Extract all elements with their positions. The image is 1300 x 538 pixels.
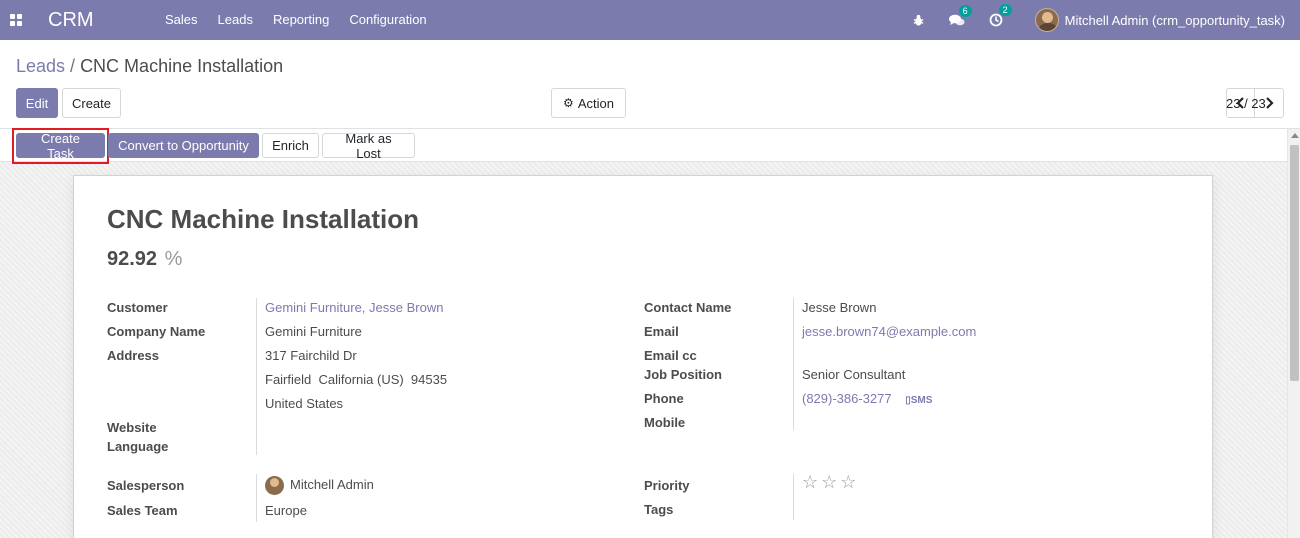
phone-value[interactable]: (829)-386-3277 xyxy=(802,391,892,406)
address-label: Address xyxy=(107,348,160,363)
customer-field[interactable]: Gemini Furniture, Jesse Brown xyxy=(265,300,443,315)
control-panel: Leads / CNC Machine Installation Edit Crea… xyxy=(0,40,1300,129)
form-sheet: CNC Machine Installation 92.92 % Custome… xyxy=(73,175,1213,538)
probability[interactable]: 92.92 % xyxy=(107,248,182,271)
salesperson-name: Mitchell Admin xyxy=(290,476,374,492)
sales-team-field[interactable]: Europe xyxy=(265,503,307,518)
breadcrumb: Leads / CNC Machine Installation xyxy=(16,56,283,77)
company-label: Company Name xyxy=(107,324,206,339)
messages-icon[interactable]: 6 xyxy=(948,4,972,27)
user-name: Mitchell Admin (crm_opportunity_task) xyxy=(1064,12,1285,28)
activities-badge: 2 xyxy=(998,4,1012,16)
mobile-label: Mobile xyxy=(644,415,686,430)
create-button[interactable]: Create xyxy=(62,88,121,118)
contact-name-label: Contact Name xyxy=(644,300,732,315)
debug-icon[interactable] xyxy=(912,14,925,27)
customer-label: Customer xyxy=(107,300,168,315)
city-field[interactable]: Fairfield California (US) 94535 xyxy=(265,372,447,387)
highlight-box xyxy=(12,128,109,164)
priority-label: Priority xyxy=(644,478,690,493)
messages-badge: 6 xyxy=(958,4,972,17)
form-view: Create Task Convert to Opportunity Enric… xyxy=(0,128,1300,538)
tags-label: Tags xyxy=(644,502,674,517)
pager-value[interactable]: 23 / 23 xyxy=(1226,96,1266,111)
salesperson-label: Salesperson xyxy=(107,478,185,493)
company-field[interactable]: Gemini Furniture xyxy=(265,324,362,339)
phone-label: Phone xyxy=(644,391,684,406)
street-field[interactable]: 317 Fairchild Dr xyxy=(265,348,357,363)
job-position-label: Job Position xyxy=(644,367,722,382)
salesperson-field[interactable]: Mitchell Admin xyxy=(265,476,374,495)
action-button[interactable]: ⚙ Action xyxy=(551,88,626,118)
left-divider xyxy=(256,298,257,455)
scrollbar-thumb[interactable] xyxy=(1290,145,1299,381)
sms-button[interactable]: ▯SMS xyxy=(905,395,932,406)
avatar xyxy=(1034,8,1059,32)
phone-field[interactable]: (829)-386-3277 ▯SMS xyxy=(802,391,932,406)
menu-leads[interactable]: Leads xyxy=(208,0,263,40)
enrich-button[interactable]: Enrich xyxy=(262,133,319,158)
language-label: Language xyxy=(107,439,169,454)
probability-value: 92.92 xyxy=(107,248,158,270)
menu-sales[interactable]: Sales xyxy=(155,0,208,40)
breadcrumb-leads[interactable]: Leads xyxy=(16,56,65,76)
main-menu: Sales Leads Reporting Configuration xyxy=(155,0,437,40)
activities-icon[interactable]: 2 xyxy=(989,4,1012,27)
vertical-scrollbar[interactable] xyxy=(1287,129,1300,538)
app-brand[interactable]: CRM xyxy=(48,9,138,32)
convert-to-opportunity-button[interactable]: Convert to Opportunity xyxy=(108,133,259,158)
email-cc-label: Email cc xyxy=(644,348,697,363)
systray: 6 2 Mitchell Admin (crm_opportunity_task… xyxy=(900,0,1300,40)
sales-team-label: Sales Team xyxy=(107,503,178,518)
gear-icon: ⚙ xyxy=(563,96,574,110)
job-position-field[interactable]: Senior Consultant xyxy=(802,367,905,382)
form-statusbar: Create Task Convert to Opportunity Enric… xyxy=(0,128,1287,164)
mark-as-lost-button[interactable]: Mark as Lost xyxy=(322,131,415,161)
right-divider-2 xyxy=(793,474,794,520)
website-label: Website xyxy=(107,420,157,435)
sms-label: SMS xyxy=(910,395,933,406)
probability-unit: % xyxy=(164,248,183,270)
user-menu[interactable]: Mitchell Admin (crm_opportunity_task) xyxy=(1034,8,1285,32)
scroll-up-icon[interactable] xyxy=(1291,133,1299,138)
pager: 23 / 23 xyxy=(1226,88,1284,118)
apps-menu-icon[interactable] xyxy=(0,0,32,40)
email-label: Email xyxy=(644,324,679,339)
lead-title[interactable]: CNC Machine Installation xyxy=(107,204,419,235)
menu-configuration[interactable]: Configuration xyxy=(339,0,436,40)
breadcrumb-current: CNC Machine Installation xyxy=(80,56,284,76)
edit-button[interactable]: Edit xyxy=(16,88,58,118)
breadcrumb-separator: / xyxy=(70,56,76,76)
chevron-right-icon xyxy=(1265,97,1274,109)
top-navbar: CRM Sales Leads Reporting Configuration … xyxy=(0,0,1300,40)
left-divider-2 xyxy=(256,474,257,522)
action-label: Action xyxy=(577,95,614,111)
country-field[interactable]: United States xyxy=(265,396,343,411)
priority-star-icon[interactable]: ☆☆☆ xyxy=(802,472,859,493)
email-field[interactable]: jesse.brown74@example.com xyxy=(802,324,976,339)
right-divider xyxy=(793,298,794,430)
contact-name-field[interactable]: Jesse Brown xyxy=(802,300,876,315)
avatar xyxy=(265,476,284,495)
menu-reporting[interactable]: Reporting xyxy=(263,0,339,40)
